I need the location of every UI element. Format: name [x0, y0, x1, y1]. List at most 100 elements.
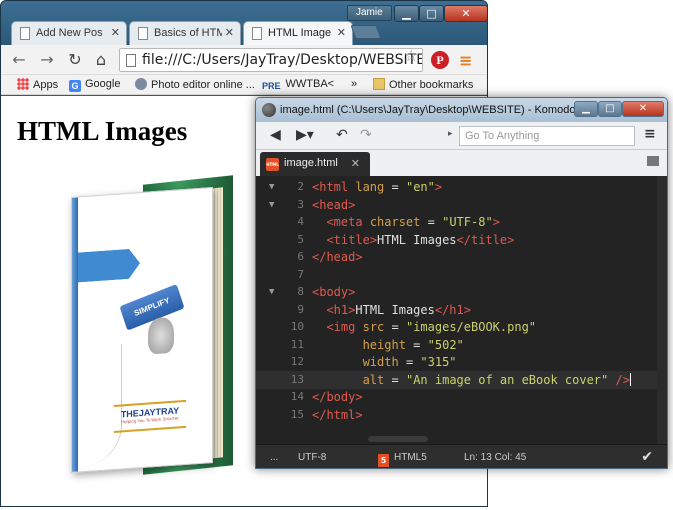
chevron-right-icon[interactable]: ▸: [448, 129, 453, 139]
code-text: alt = "An image of an eBook cover" />: [362, 372, 631, 387]
code-text: width = "315": [362, 355, 457, 369]
address-bar[interactable]: file:///C:/Users/JayTray/Desktop/WEBSITE…: [119, 48, 423, 72]
line-number: 3: [297, 197, 304, 211]
code-text: height = "502": [362, 337, 464, 352]
close-icon[interactable]: ✕: [225, 26, 234, 39]
ebook-logo: THEJAYTRAY Helping You To Work Smarter: [114, 399, 186, 433]
tab-label: HTML Image: [268, 27, 332, 39]
menu-icon[interactable]: ≡: [459, 51, 472, 70]
line-number: 5: [297, 232, 304, 246]
code-line[interactable]: 13 alt = "An image of an eBook cover" />: [256, 370, 667, 389]
reload-icon[interactable]: ↻: [65, 50, 85, 70]
code-line[interactable]: 9 <h1>HTML Images</h1>: [256, 301, 667, 319]
code-text: </head>: [312, 250, 363, 264]
text-caret: [629, 372, 631, 386]
close-icon[interactable]: ✕: [111, 26, 120, 39]
code-text: <head>: [312, 197, 356, 212]
code-line[interactable]: 14 </body>: [256, 388, 667, 406]
tab-basics-of-html[interactable]: Basics of HTM ✕: [129, 21, 241, 45]
page-heading: HTML Images: [17, 116, 188, 146]
html5-icon: 5: [378, 454, 389, 467]
vertical-scrollbar[interactable]: [657, 176, 667, 444]
photo-editor-icon: [135, 78, 147, 90]
bookmark-apps[interactable]: Apps: [17, 78, 58, 91]
page-icon: [126, 54, 136, 67]
ebook-hand-icon: [148, 316, 174, 355]
status-cursor-position: Ln: 13 Col: 45: [464, 452, 527, 463]
tab-label: image.html: [284, 157, 338, 169]
page-icon: [138, 27, 148, 40]
code-line[interactable]: 4 <meta charset = "UTF-8">: [256, 213, 667, 231]
fold-arrow-icon[interactable]: ▼: [269, 178, 274, 196]
code-line[interactable]: 11 height = "502": [256, 336, 667, 354]
bookmark-google[interactable]: G Google: [69, 78, 120, 92]
folder-icon: [373, 78, 385, 90]
close-icon[interactable]: ✕: [337, 26, 346, 39]
code-line[interactable]: 7: [256, 266, 667, 284]
close-window-button[interactable]: ✕: [622, 101, 664, 117]
maximize-button[interactable]: □: [598, 101, 622, 117]
forward-arrow-icon[interactable]: →: [37, 50, 57, 70]
code-line[interactable]: 5 <title>HTML Images</title>: [256, 231, 667, 249]
code-line[interactable]: 15 </html>: [256, 406, 667, 424]
code-line[interactable]: ▼ 8 <body>: [256, 283, 667, 301]
minimize-button[interactable]: ▁: [574, 101, 598, 117]
url-text: file:///C:/Users/JayTray/Desktop/WEBSITE…: [142, 52, 423, 68]
komodo-window-title: image.html (C:\Users\JayTray\Desktop\WEB…: [280, 104, 596, 116]
editor-statusbar: ... UTF-8 5 HTML5 Ln: 13 Col: 45 ✔: [256, 444, 667, 468]
more-bookmarks-chevron[interactable]: »: [351, 78, 357, 90]
minimize-button[interactable]: ▁: [394, 5, 419, 22]
code-editor[interactable]: ▼ 2 <html lang = "en"> ▼ 3 <head> 4 <meta char…: [256, 176, 667, 444]
profile-button[interactable]: Jamie: [347, 5, 392, 21]
bookmark-other[interactable]: Other bookmarks: [373, 78, 473, 91]
forward-arrow-icon[interactable]: ▶▾: [296, 127, 314, 143]
code-text: <html lang = "en">: [312, 180, 443, 194]
tab-html-images[interactable]: HTML Image ✕: [243, 21, 353, 45]
google-icon: G: [69, 80, 81, 92]
horizontal-scrollbar[interactable]: [368, 436, 428, 442]
status-encoding[interactable]: UTF-8: [298, 452, 326, 463]
back-arrow-icon[interactable]: ◀: [270, 127, 281, 143]
pinterest-icon[interactable]: P: [431, 51, 449, 69]
tab-image-html[interactable]: HTML image.html ✕: [260, 152, 370, 176]
close-window-button[interactable]: ✕: [444, 5, 487, 22]
maximize-button[interactable]: □: [419, 5, 444, 22]
code-line[interactable]: ▼ 3 <head>: [256, 196, 667, 214]
back-arrow-icon[interactable]: ←: [9, 50, 29, 70]
redo-icon[interactable]: ↷: [360, 127, 372, 143]
chrome-titlebar: Add New Pos ✕ Basics of HTM ✕ HTML Image…: [1, 1, 487, 45]
code-line[interactable]: ▼ 2 <html lang = "en">: [256, 178, 667, 196]
fold-arrow-icon[interactable]: ▼: [269, 283, 274, 301]
code-line[interactable]: 12 width = "315": [256, 353, 667, 371]
status-language[interactable]: 5 HTML5: [378, 452, 427, 467]
line-number: 7: [297, 267, 304, 281]
close-icon[interactable]: ✕: [351, 157, 360, 170]
fold-arrow-icon[interactable]: ▼: [269, 196, 274, 214]
code-text: <title>HTML Images</title>: [326, 232, 515, 247]
tab-add-new-post[interactable]: Add New Pos ✕: [11, 21, 127, 45]
bookmark-photo-editor[interactable]: Photo editor online ...: [135, 78, 255, 91]
new-tab-button[interactable]: [350, 25, 382, 39]
line-number: 4: [297, 215, 304, 228]
komodo-tab-bar: HTML image.html ✕: [256, 150, 667, 176]
line-number: 6: [297, 250, 304, 263]
status-more[interactable]: ...: [270, 452, 278, 463]
apps-icon: [17, 78, 29, 90]
code-text: <h1>HTML Images</h1>: [326, 302, 471, 317]
tab-list-icon[interactable]: [647, 156, 659, 166]
menu-icon[interactable]: ≡: [644, 126, 656, 142]
komodo-toolbar: ◀ ▶▾ ↶ ↷ ▸ Go To Anything ≡: [256, 122, 667, 150]
page-icon: [20, 27, 30, 40]
home-icon[interactable]: ⌂: [91, 50, 111, 70]
code-text: </body>: [312, 390, 363, 404]
go-to-anything-input[interactable]: Go To Anything: [459, 126, 635, 146]
line-number: 10: [290, 320, 304, 333]
line-number: 8: [297, 285, 304, 298]
code-line[interactable]: 6 </head>: [256, 248, 667, 266]
undo-icon[interactable]: ↶: [336, 127, 348, 143]
check-icon[interactable]: ✔: [641, 449, 653, 465]
bookmark-wwtba[interactable]: PRE WWTBA<: [261, 78, 334, 93]
bookmark-star-icon[interactable]: ☆: [404, 46, 418, 65]
code-line[interactable]: 10 <img src = "images/eBOOK.png": [256, 318, 667, 336]
ebook-front-cover: SIMPLIFY THEJAYTRAY Helping You To Work …: [71, 187, 213, 473]
